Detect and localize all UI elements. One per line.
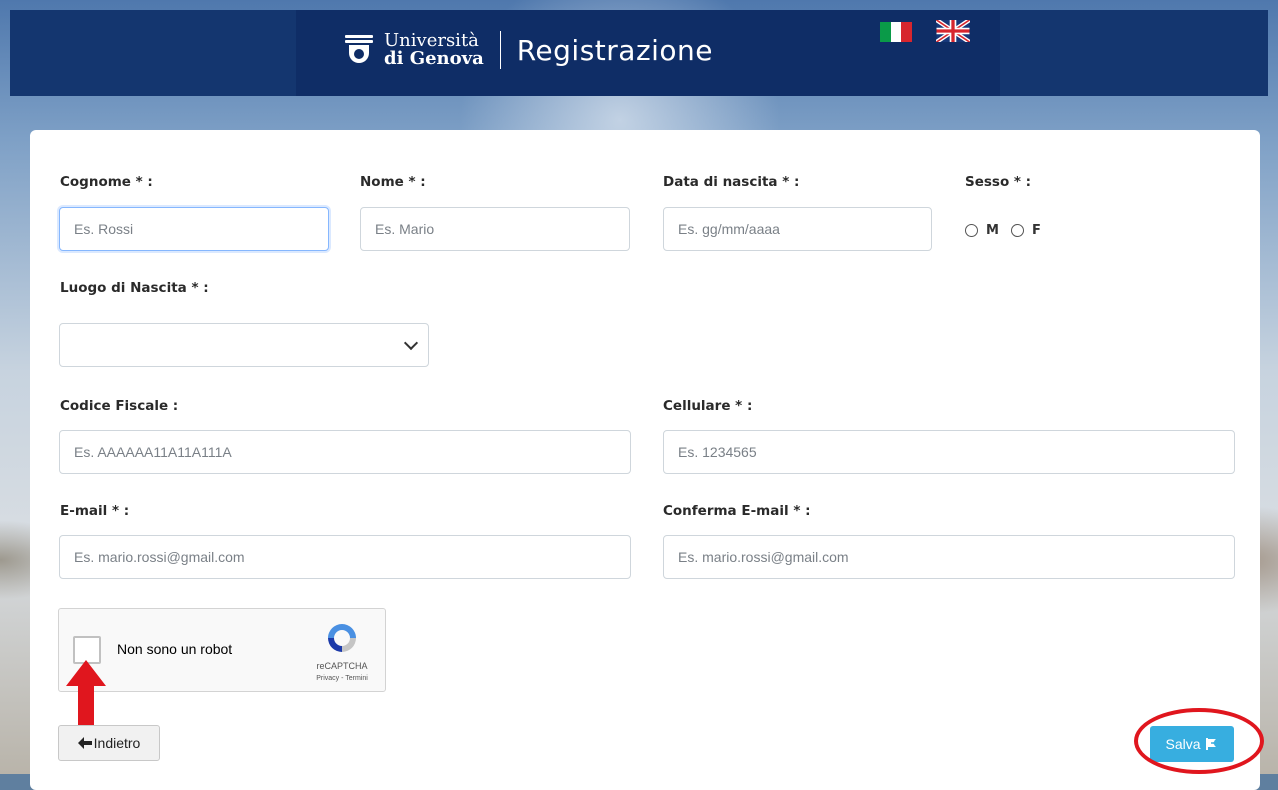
conferma-email-label: Conferma E-mail * : — [663, 503, 811, 519]
conferma-email-input[interactable] — [663, 535, 1235, 579]
recaptcha-text: Non sono un robot — [117, 641, 233, 657]
data-nascita-input[interactable] — [663, 207, 932, 251]
sesso-option-f[interactable]: F — [1032, 223, 1041, 238]
recaptcha-links[interactable]: Privacy - Termini — [305, 675, 379, 682]
uk-flag-icon[interactable] — [936, 20, 970, 42]
data-nascita-label: Data di nascita * : — [663, 174, 800, 190]
arrow-left-icon — [77, 737, 92, 749]
codice-fiscale-label: Codice Fiscale : — [60, 398, 179, 414]
nome-label: Nome * : — [360, 174, 426, 190]
university-line2: di Genova — [384, 48, 484, 69]
recaptcha-widget: Non sono un robot reCAPTCHA Privacy - Te… — [58, 608, 386, 692]
university-name: Università di Genova — [384, 32, 484, 68]
sesso-radio-f[interactable] — [1010, 224, 1024, 237]
cellulare-label: Cellulare * : — [663, 398, 753, 414]
nome-input[interactable] — [360, 207, 630, 251]
italy-flag-icon[interactable] — [880, 22, 913, 42]
recaptcha-brand: reCAPTCHA — [316, 661, 368, 671]
university-crest-icon — [344, 35, 374, 65]
cellulare-input[interactable] — [663, 430, 1235, 474]
email-label: E-mail * : — [60, 503, 130, 519]
chevron-down-icon — [403, 335, 419, 351]
sesso-radio-m[interactable] — [965, 224, 978, 237]
sesso-option-m[interactable]: M — [986, 223, 999, 238]
email-input[interactable] — [59, 535, 631, 579]
cognome-label: Cognome * : — [60, 174, 153, 190]
sesso-radio-group: M F — [965, 223, 1053, 238]
university-logo[interactable]: Università di Genova Registrazione — [344, 20, 713, 80]
header-separator — [499, 31, 501, 69]
luogo-nascita-select[interactable] — [59, 323, 429, 367]
cognome-input[interactable] — [59, 207, 329, 251]
luogo-nascita-label: Luogo di Nascita * : — [60, 280, 209, 296]
sesso-label: Sesso * : — [965, 174, 1032, 190]
annotation-circle — [1134, 708, 1264, 774]
back-button[interactable]: Indietro — [58, 725, 160, 761]
page-title: Registrazione — [516, 33, 714, 67]
back-button-label: Indietro — [93, 735, 141, 751]
codice-fiscale-input[interactable] — [59, 430, 631, 474]
recaptcha-logo-icon — [328, 624, 356, 652]
